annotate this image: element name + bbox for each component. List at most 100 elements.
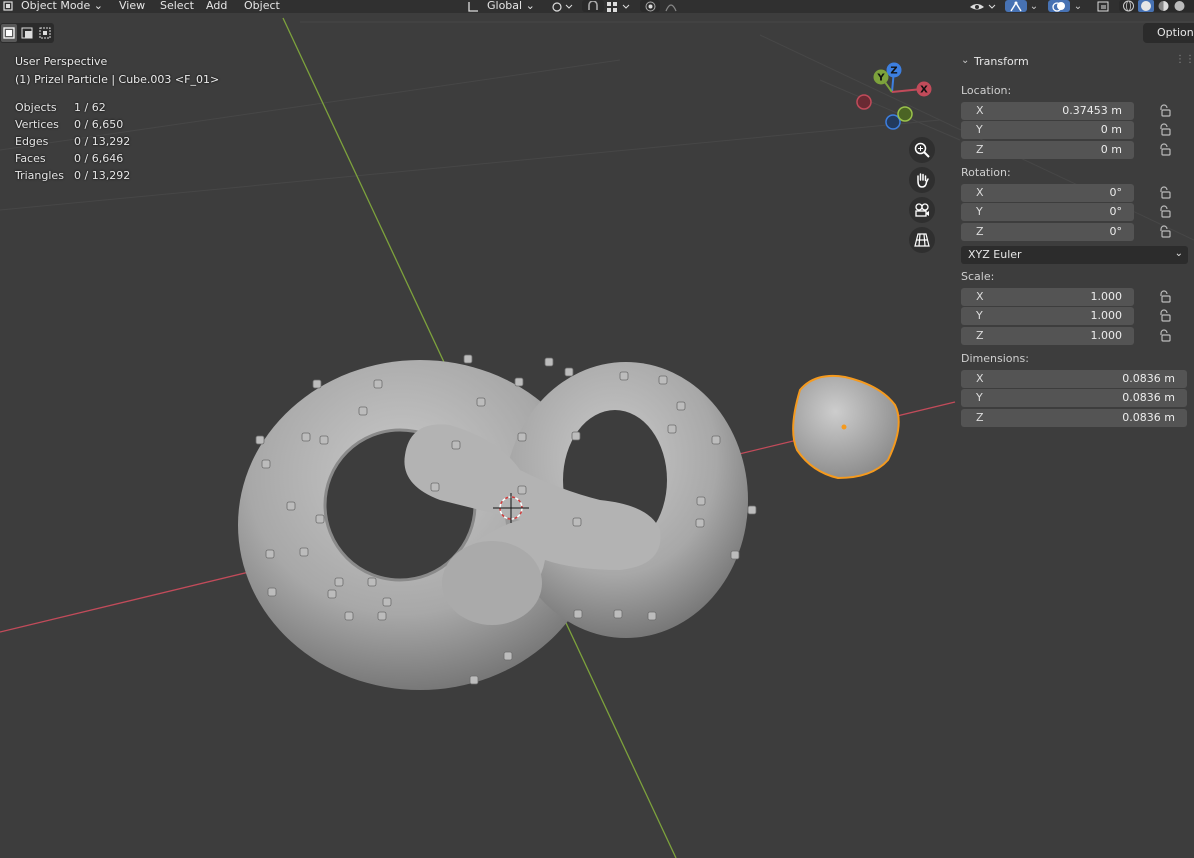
- scale-label: Scale:: [961, 270, 995, 283]
- perspective-toggle-button[interactable]: [909, 227, 935, 253]
- location-z-field[interactable]: Z 0 m: [961, 141, 1134, 159]
- z-axis-label: Z: [890, 66, 897, 77]
- scale-x-field[interactable]: X 1.000: [961, 288, 1134, 306]
- rotation-label: Rotation:: [961, 166, 1011, 179]
- orientation-label: Global: [487, 0, 523, 12]
- select-extend-icon[interactable]: [19, 24, 35, 42]
- field-value: 0.0836 m: [1122, 411, 1175, 424]
- field-value: 1.000: [1090, 290, 1123, 303]
- select-mode-group: [0, 23, 54, 43]
- grid-icon: [914, 233, 930, 247]
- stat-value: 0 / 6,650: [74, 118, 124, 131]
- lock-icon[interactable]: [1158, 309, 1172, 323]
- location-y-field[interactable]: Y 0 m: [961, 121, 1134, 139]
- chevron-down-icon[interactable]: ⌄: [1027, 0, 1041, 12]
- dimensions-x-field[interactable]: X 0.0836 m: [961, 370, 1187, 388]
- solid-shading-icon[interactable]: [1138, 0, 1154, 12]
- xray-toggle-icon[interactable]: [1094, 0, 1112, 12]
- field-value: 1.000: [1090, 309, 1123, 322]
- visibility-icon[interactable]: [968, 0, 998, 12]
- stat-label: Vertices: [15, 118, 59, 131]
- stat-label: Edges: [15, 135, 49, 148]
- field-value: 0°: [1109, 186, 1123, 199]
- proportional-edit-icon[interactable]: [640, 0, 660, 12]
- rotation-y-field[interactable]: Y 0°: [961, 203, 1134, 221]
- transform-orientation-icon: [466, 0, 480, 12]
- rotation-x-field[interactable]: X 0°: [961, 184, 1134, 202]
- field-value: 0°: [1109, 225, 1123, 238]
- axis-label: Y: [976, 391, 983, 404]
- pivot-point-icon[interactable]: [549, 0, 575, 12]
- menu-view[interactable]: View: [119, 0, 145, 13]
- stat-value: 0 / 13,292: [74, 135, 131, 148]
- axis-label: Y: [976, 123, 983, 136]
- rotation-z-field[interactable]: Z 0°: [961, 223, 1134, 241]
- mode-dropdown[interactable]: Object Mode ⌄: [21, 0, 103, 13]
- options-button[interactable]: Options: [1143, 23, 1194, 43]
- menu-select[interactable]: Select: [160, 0, 194, 13]
- material-shading-icon[interactable]: [1157, 0, 1170, 12]
- axis-label: Z: [976, 411, 984, 424]
- axis-label: X: [976, 372, 984, 385]
- overlays-toggle-icon[interactable]: [1048, 0, 1070, 12]
- chevron-down-icon[interactable]: ⌄: [1071, 0, 1085, 12]
- field-value: 0 m: [1100, 143, 1122, 156]
- neg-x-handle[interactable]: [856, 94, 872, 110]
- field-value: 0.0836 m: [1122, 391, 1175, 404]
- lock-icon[interactable]: [1158, 329, 1172, 343]
- field-value: 0°: [1109, 205, 1123, 218]
- stat-label: Triangles: [15, 169, 64, 182]
- scale-z-field[interactable]: Z 1.000: [961, 327, 1134, 345]
- select-new-icon[interactable]: [1, 24, 17, 42]
- stat-value: 0 / 6,646: [74, 152, 124, 165]
- neg-y-handle[interactable]: [897, 106, 913, 122]
- rotation-mode-dropdown[interactable]: XYZ Euler ⌄: [961, 246, 1188, 264]
- wireframe-shading-icon[interactable]: [1122, 0, 1135, 12]
- dimensions-z-field[interactable]: Z 0.0836 m: [961, 409, 1187, 427]
- zoom-button[interactable]: [909, 137, 935, 163]
- lock-icon[interactable]: [1158, 104, 1172, 118]
- menu-object[interactable]: Object: [244, 0, 280, 13]
- lock-icon[interactable]: [1158, 186, 1172, 200]
- menu-add[interactable]: Add: [206, 0, 227, 13]
- location-label: Location:: [961, 84, 1012, 97]
- select-subtract-icon[interactable]: [37, 24, 53, 42]
- stat-value: 1 / 62: [74, 101, 106, 114]
- stat-label: Objects: [15, 101, 57, 114]
- lock-icon[interactable]: [1158, 123, 1172, 137]
- field-value: 1.000: [1090, 329, 1123, 342]
- rendered-shading-icon[interactable]: [1173, 0, 1186, 12]
- panel-title: Transform: [974, 55, 1029, 68]
- transform-orientation-dropdown[interactable]: Global ⌄: [487, 0, 535, 13]
- snap-toggle-icon[interactable]: [582, 0, 604, 12]
- shading-mode-group: [1119, 0, 1194, 12]
- lock-icon[interactable]: [1158, 143, 1172, 157]
- dimensions-label: Dimensions:: [961, 352, 1029, 365]
- hand-icon: [917, 173, 929, 188]
- dimensions-y-field[interactable]: Y 0.0836 m: [961, 389, 1187, 407]
- stat-value: 0 / 13,292: [74, 169, 131, 182]
- gizmo-toggle-icon[interactable]: [1005, 0, 1027, 12]
- lock-icon[interactable]: [1158, 225, 1172, 239]
- axis-label: X: [976, 186, 984, 199]
- axis-label: Z: [976, 225, 984, 238]
- view-name: User Perspective: [15, 55, 108, 68]
- snap-target-icon[interactable]: [604, 0, 634, 12]
- axis-label: X: [976, 104, 984, 117]
- mode-label: Object Mode: [21, 0, 91, 12]
- drag-handle-icon[interactable]: ⋮⋮: [1175, 54, 1194, 65]
- lock-icon[interactable]: [1158, 290, 1172, 304]
- field-value: 0 m: [1100, 123, 1122, 136]
- rotation-mode-value: XYZ Euler: [968, 248, 1022, 261]
- lock-icon[interactable]: [1158, 205, 1172, 219]
- collapse-arrow-icon[interactable]: ⌄: [961, 55, 969, 66]
- pan-button[interactable]: [909, 167, 935, 193]
- axis-label: Y: [976, 309, 983, 322]
- location-x-field[interactable]: X 0.37453 m: [961, 102, 1134, 120]
- transform-panel: ⌄ Transform ⋮⋮ Location: X 0.37453 m Y 0 m…: [955, 50, 1194, 430]
- scale-y-field[interactable]: Y 1.000: [961, 307, 1134, 325]
- falloff-icon[interactable]: [662, 0, 688, 12]
- axis-label: Z: [976, 329, 984, 342]
- navigation-gizmo[interactable]: Z Y X: [850, 58, 940, 133]
- camera-view-button[interactable]: [909, 197, 935, 223]
